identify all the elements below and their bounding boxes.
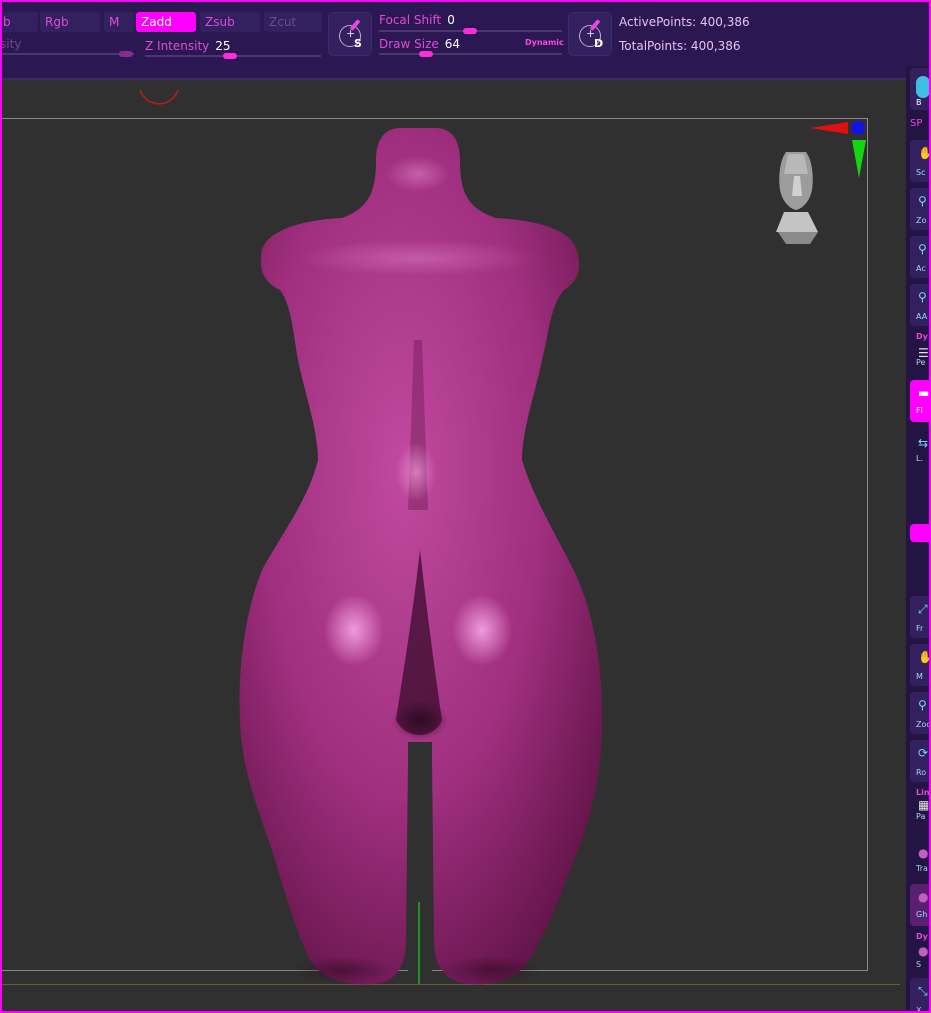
sidebar-item-xpose[interactable]: ⤡ X [910, 978, 929, 1011]
sidebar-item-scroll[interactable]: ✋Sc [910, 140, 929, 182]
zoom-icon: ⚲ [918, 290, 927, 304]
focal-shift-label: Focal Shift 0 [379, 13, 455, 27]
head-navigation-icon[interactable] [776, 152, 818, 244]
z-intensity-knob[interactable] [223, 53, 237, 59]
rgb-intensity-knob[interactable] [119, 51, 133, 57]
grid-icon: ▦ [918, 798, 930, 812]
viewport-svg [139, 89, 866, 985]
sidebar-item-zoom[interactable]: ⚲ Zo [910, 188, 929, 230]
rgb-button[interactable]: Rgb [40, 12, 100, 32]
zoom-icon: ⚲ [918, 194, 927, 208]
draw-size-slider[interactable] [379, 53, 562, 55]
right-shelf: B SP ✋Sc ⚲Zo ⚲Ac ⚲AA Dy ☰Pe ▬Fl ⇆L. ⤢Fr … [906, 66, 929, 1011]
viewport-canvas[interactable] [2, 78, 906, 1011]
sidebar-item-transp[interactable]: ● Tra [910, 840, 929, 882]
axis-gizmo[interactable] [810, 121, 866, 178]
zcut-button[interactable]: Zcut [264, 12, 322, 32]
sphere-icon: ● [918, 890, 929, 904]
stroke-letter: S [354, 37, 362, 50]
zsub-button[interactable]: Zsub [200, 12, 260, 32]
floor-icon: ▬ [918, 386, 930, 400]
draw-size-knob[interactable] [419, 51, 433, 57]
dynamic-label: Dy [916, 332, 928, 341]
sculpt-model[interactable] [239, 128, 602, 985]
button-label: Zcut [269, 15, 297, 29]
button-label: Zsub [205, 15, 235, 29]
sidebar-item-move[interactable]: ✋M [910, 644, 929, 686]
sidebar-item-label: B [916, 98, 922, 107]
sidebar-item-ghost[interactable]: ● Gh [910, 884, 929, 926]
rgb-partial-button[interactable]: b [2, 12, 38, 32]
sidebar-item-bpr[interactable]: B [910, 68, 929, 110]
z-intensity-value: 25 [215, 39, 231, 53]
rgb-intensity-label: sity [0, 37, 22, 51]
stroke-button[interactable]: S [328, 12, 372, 56]
rgb-intensity-slider[interactable] [2, 53, 134, 55]
dynamic-toggle[interactable]: Dynamic [525, 38, 564, 47]
rotate-icon: ⟳ [918, 746, 929, 760]
sidebar-item-persp[interactable]: ☰ Pe [910, 342, 929, 384]
sidebar-item-solo[interactable]: ● S [910, 940, 929, 982]
brush-cursor [139, 89, 179, 105]
sidebar-item-spix[interactable]: SP [910, 118, 922, 129]
focal-shift-knob[interactable] [463, 28, 477, 34]
button-label: b [3, 15, 11, 29]
top-toolbar: b Rgb M Zadd Zsub Zcut sity Z Intensity 2… [2, 2, 929, 78]
zbrush-window: b Rgb M Zadd Zsub Zcut sity Z Intensity 2… [0, 0, 931, 1013]
z-intensity-label: Z Intensity 25 [145, 39, 231, 53]
sidebar-item-rotate[interactable]: ⟳ Ro [910, 740, 929, 782]
zadd-button[interactable]: Zadd [136, 12, 196, 32]
sidebar-item-frame[interactable]: ⤢ Fr [910, 596, 929, 638]
active-points: ActivePoints: 400,386 [619, 15, 750, 29]
sphere-icon [916, 76, 929, 98]
sidebar-item-lsym[interactable]: ⇆ L. [910, 430, 929, 472]
button-label: M [109, 15, 120, 29]
total-points: TotalPoints: 400,386 [619, 39, 741, 53]
mrgb-button[interactable]: M [104, 12, 134, 32]
sidebar-item-polyf[interactable]: ▦ Pa [910, 796, 930, 838]
arrows-icon: ⤡ [918, 984, 928, 998]
hand-icon: ✋ [918, 650, 929, 664]
sidebar-item-actual[interactable]: ⚲ Ac [910, 236, 929, 278]
sphere-icon: ● [918, 944, 929, 958]
sphere-icon: ● [918, 846, 929, 860]
arrows-icon: ⇆ [918, 436, 929, 450]
button-label: Rgb [45, 15, 69, 29]
frame-icon: ⤢ [918, 602, 928, 616]
zoom-icon: ⚲ [918, 698, 927, 712]
draw-button[interactable]: D [568, 12, 612, 56]
sidebar-item-floor[interactable]: ▬ Fl [910, 380, 930, 422]
hand-icon: ✋ [918, 146, 929, 160]
zoom-icon: ⚲ [918, 242, 927, 256]
focal-shift-value: 0 [447, 13, 455, 27]
sidebar-item-zoom3d[interactable]: ⚲ Zoo [910, 692, 929, 734]
sidebar-item-toggle[interactable] [910, 524, 929, 542]
draw-letter: D [594, 37, 604, 50]
button-label: Zadd [141, 15, 172, 29]
draw-size-value: 64 [444, 37, 461, 51]
sidebar-item-aahalf[interactable]: ⚲ AA [910, 284, 929, 326]
draw-size-label: Draw Size 64 [379, 37, 461, 51]
